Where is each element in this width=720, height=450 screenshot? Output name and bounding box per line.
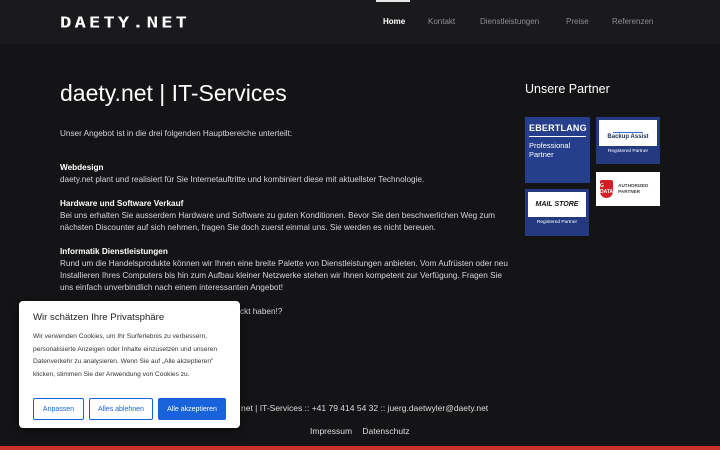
partner-name: EBERTLANG <box>529 123 587 133</box>
bottom-accent-bar <box>0 446 720 450</box>
gdata-text: AUTHORIZED PARTNER <box>618 183 649 194</box>
backupassist-logo: Backup Assist <box>599 120 657 146</box>
reject-all-button[interactable]: Alles ablehnen <box>89 398 153 420</box>
impressum-link[interactable]: Impressum <box>310 426 352 436</box>
partner-gdata[interactable]: G DATA AUTHORIZED PARTNER <box>596 172 660 206</box>
nav-referenzen[interactable]: Referenzen <box>612 17 653 26</box>
section-heading: Webdesign <box>60 163 104 172</box>
partial-text: ckt haben!? <box>240 307 283 316</box>
logo-text: Backup Assist <box>607 134 649 140</box>
site-header: DAETY.NET Home Kontakt Dienstleistungen … <box>0 0 720 44</box>
nav-active-indicator <box>376 0 410 2</box>
backupassist-icon <box>613 126 643 133</box>
site-logo[interactable]: DAETY.NET <box>60 14 190 31</box>
section-webdesign: Webdesign daety.net plant und realisiert… <box>60 162 510 186</box>
partner-ebertlang[interactable]: EBERTLANG Professional Partner <box>525 117 590 183</box>
nav-kontakt[interactable]: Kontakt <box>428 17 455 26</box>
section-hardware: Hardware und Software Verkauf Bei uns er… <box>60 198 510 234</box>
datenschutz-link[interactable]: Datenschutz <box>362 426 409 436</box>
nav-dienstleistungen[interactable]: Dienstleistungen <box>480 17 539 26</box>
accept-all-button[interactable]: Alle akzeptieren <box>158 398 226 420</box>
section-text: Bei uns erhalten Sie ausserdem Hardware … <box>60 211 495 232</box>
section-text: Rund um die Handelsprodukte können wir I… <box>60 259 508 292</box>
customize-button[interactable]: Anpassen <box>33 398 84 420</box>
footer-links: Impressum Datenschutz <box>310 426 418 436</box>
registered-badge: Registered Partner <box>607 149 649 154</box>
partner-backupassist[interactable]: Backup Assist Registered Partner <box>596 117 660 164</box>
cookie-text: Wir verwenden Cookies, um Ihr Surferlebn… <box>33 333 218 378</box>
intro-text: Unser Angebot ist in die drei folgenden … <box>60 129 293 138</box>
gdata-shield-icon: G DATA <box>600 180 614 198</box>
section-text: daety.net plant und realisiert für Sie I… <box>60 175 425 184</box>
nav-home[interactable]: Home <box>383 17 405 26</box>
footer-contact: net | IT-Services :: +41 79 414 54 32 ::… <box>241 403 489 413</box>
page-title: daety.net | IT-Services <box>60 80 287 106</box>
cookie-dialog: Wir schätzen Ihre Privatsphäre Wir verwe… <box>19 301 240 428</box>
divider <box>529 136 586 137</box>
section-heading: Informatik Dienstleistungen <box>60 247 168 256</box>
mailstore-logo: MAIL STORE <box>528 192 586 217</box>
partners-title: Unsere Partner <box>525 82 610 96</box>
section-heading: Hardware und Software Verkauf <box>60 199 184 208</box>
partner-mailstore[interactable]: MAIL STORE Registered Partner <box>525 189 589 236</box>
cookie-title: Wir schätzen Ihre Privatsphäre <box>33 312 165 323</box>
partner-tagline: Professional Partner <box>529 141 571 159</box>
registered-badge: Registered Partner <box>536 220 578 225</box>
section-informatik: Informatik Dienstleistungen Rund um die … <box>60 246 510 294</box>
nav-preise[interactable]: Preise <box>566 17 589 26</box>
